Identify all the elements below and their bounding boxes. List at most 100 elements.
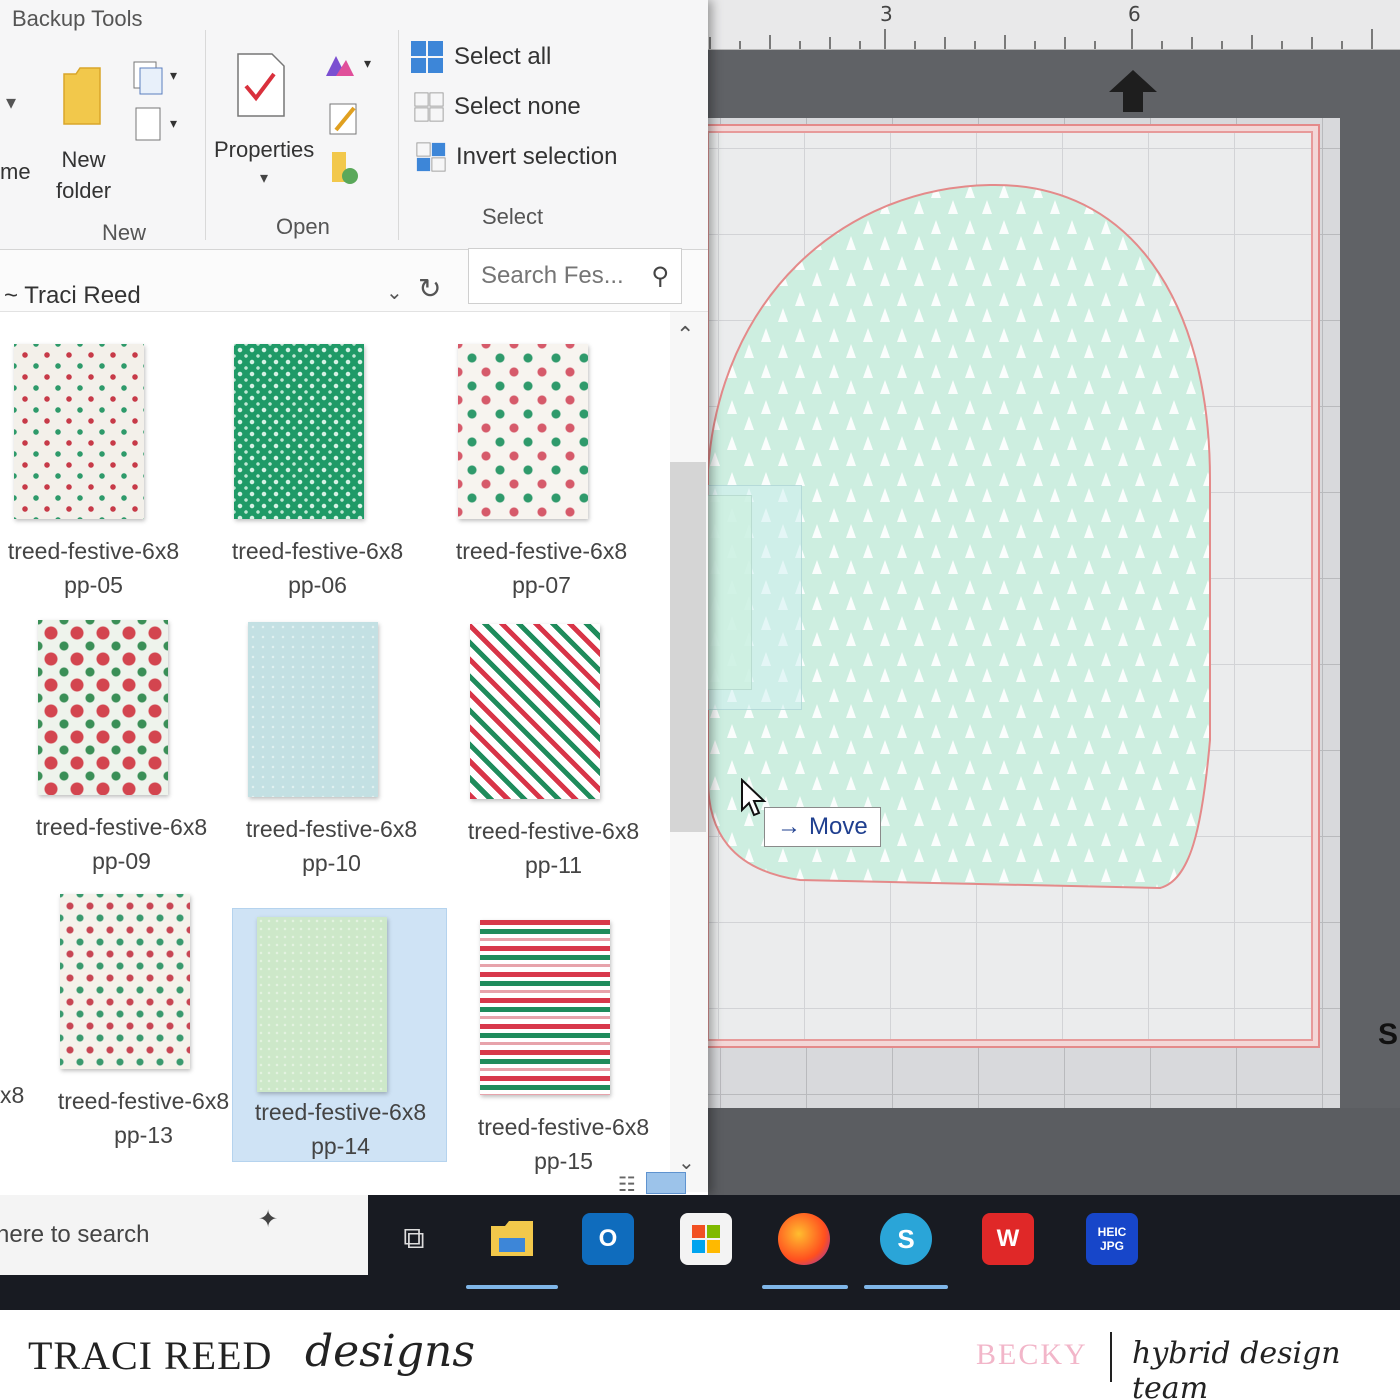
store-logo-icon xyxy=(692,1225,720,1253)
refresh-icon[interactable]: ↻ xyxy=(418,272,441,305)
file-grid: treed-festive-6x8 pp-05 treed-festive-6x… xyxy=(0,312,670,1192)
drag-move-tooltip: → Move xyxy=(764,807,881,847)
file-name: treed-festive-6x8 pp-13 xyxy=(36,1084,251,1152)
file-thumbnail xyxy=(38,620,168,795)
file-name: treed-festive-6x8 pp-09 xyxy=(14,810,229,878)
file-name: treed-festive-6x8 pp-07 xyxy=(434,534,649,602)
move-tooltip-label: Move xyxy=(809,813,868,840)
heic-label: HEIC xyxy=(1097,1225,1127,1239)
ribbon-separator xyxy=(205,30,206,240)
select-all-label: Select all xyxy=(454,43,552,70)
outlook-icon[interactable]: O xyxy=(582,1213,634,1265)
search-input[interactable] xyxy=(481,262,641,290)
file-name-line2: pp-10 xyxy=(302,850,361,876)
file-explorer-taskbar-icon[interactable] xyxy=(486,1213,538,1265)
new-folder-label: New folder xyxy=(56,147,112,203)
folder-icon xyxy=(63,67,101,125)
file-name-line2: pp-07 xyxy=(512,572,571,598)
file-tile-pp-05[interactable]: treed-festive-6x8 pp-05 xyxy=(0,322,215,598)
jpg-label: JPG xyxy=(1099,1239,1124,1253)
search-icon[interactable]: ⚲ xyxy=(651,262,669,291)
file-tile-pp-15[interactable]: treed-festive-6x8 pp-15 xyxy=(456,898,671,1174)
file-thumbnail xyxy=(257,917,387,1092)
feed-up-arrow-icon[interactable] xyxy=(1107,68,1159,114)
address-history-chevron-icon[interactable]: ⌄ xyxy=(386,280,403,305)
file-thumbnail xyxy=(480,920,610,1095)
file-tile-pp-09[interactable]: treed-festive-6x8 pp-09 xyxy=(14,598,229,874)
view-mode-toggle: ☷ xyxy=(618,1172,686,1195)
heic-to-jpg-icon[interactable]: HEIC JPG xyxy=(1086,1213,1138,1265)
ribbon-group-select: Select xyxy=(482,204,544,229)
file-name: treed-festive-6x8 pp-06 xyxy=(210,534,425,602)
file-name-line1: treed-festive-6x8 xyxy=(254,1099,427,1125)
design-team-label: hybrid design team xyxy=(1132,1336,1341,1400)
file-name: treed-festive-6x8 pp-15 xyxy=(456,1110,671,1178)
file-name: treed-festive-6x8 pp-10 xyxy=(224,812,439,880)
select-all-button[interactable]: Select all xyxy=(410,40,551,74)
folder-icon xyxy=(491,1221,533,1256)
invert-selection-icon xyxy=(416,142,446,172)
svg-text:▾: ▾ xyxy=(364,55,371,71)
invert-selection-button[interactable]: Invert selection xyxy=(416,142,617,172)
ruler-ticks xyxy=(709,29,1373,49)
address-bar-row: ~ Traci Reed ⌄ ↻ ⚲ xyxy=(0,248,708,312)
partial-file-label: x8 xyxy=(0,1082,25,1108)
vertical-scrollbar[interactable]: ⌃ ⌄ xyxy=(670,312,708,1192)
ribbon-partial-label: me xyxy=(0,159,31,184)
large-icons-view-icon[interactable] xyxy=(645,1172,686,1194)
open-tools-icons: ▾ xyxy=(326,55,371,184)
ribbon-dropdown-icon[interactable]: ▾ xyxy=(6,90,16,115)
file-tile-pp-10[interactable]: treed-festive-6x8 pp-10 xyxy=(224,600,439,876)
file-tile-pp-07[interactable]: treed-festive-6x8 pp-07 xyxy=(434,322,649,598)
file-name-line2: pp-13 xyxy=(114,1122,173,1148)
breadcrumb[interactable]: ~ Traci Reed xyxy=(4,282,141,310)
search-box[interactable]: ⚲ xyxy=(468,248,682,304)
brand-name: TRACI REED xyxy=(28,1333,273,1378)
file-name-line2: pp-11 xyxy=(524,852,583,878)
select-none-label: Select none xyxy=(454,93,581,120)
scrollbar-thumb[interactable] xyxy=(670,462,706,832)
file-tile-pp-13[interactable]: treed-festive-6x8 pp-13 xyxy=(36,872,251,1148)
select-all-icon xyxy=(411,41,443,73)
file-name-line2: pp-05 xyxy=(64,572,123,598)
silhouette-studio-icon[interactable]: S xyxy=(880,1213,932,1265)
svg-text:▾: ▾ xyxy=(170,67,177,83)
mat-bottom-edge xyxy=(700,1108,1400,1195)
file-thumbnail xyxy=(60,894,190,1069)
properties-label: Properties xyxy=(214,137,315,162)
file-tile-pp-14[interactable]: treed-festive-6x8 pp-14 xyxy=(232,908,447,1162)
active-app-indicator xyxy=(864,1285,948,1289)
file-name: treed-festive-6x8 pp-05 xyxy=(0,534,201,602)
file-name: treed-festive-6x8 pp-14 xyxy=(233,1095,448,1163)
ruler-number-3: 3 xyxy=(880,2,893,26)
ribbon-tab-backup-tools[interactable]: Backup Tools xyxy=(12,6,142,32)
file-name-line1: treed-festive-6x8 xyxy=(477,1114,650,1140)
file-name-line1: treed-festive-6x8 xyxy=(7,538,180,564)
file-name-line1: treed-festive-6x8 xyxy=(231,538,404,564)
author-name: BECKY xyxy=(976,1338,1088,1371)
properties-icon xyxy=(237,53,285,117)
taskbar-search-box[interactable]: here to search ✦ xyxy=(0,1195,368,1275)
task-view-icon[interactable]: ⧉ xyxy=(388,1213,440,1265)
file-name-line2: pp-06 xyxy=(288,572,347,598)
top-ruler: 3 6 xyxy=(700,0,1400,50)
arrow-right-icon: → xyxy=(777,813,801,840)
file-tile-pp-11[interactable]: treed-festive-6x8 pp-11 xyxy=(446,602,661,878)
mat-edge-mark: S xyxy=(1378,1018,1399,1051)
details-view-icon[interactable]: ☷ xyxy=(618,1172,636,1195)
ribbon-group-open: Open xyxy=(276,214,330,239)
new-item-icon[interactable]: ▾ ▾ xyxy=(132,58,182,148)
wps-office-icon[interactable]: W xyxy=(982,1213,1034,1265)
file-tile-pp-06[interactable]: treed-festive-6x8 pp-06 xyxy=(210,322,425,598)
file-thumbnail xyxy=(248,622,378,797)
taskbar: here to search ✦ ⧉ O S W HEIC JPG xyxy=(0,1195,1400,1310)
active-app-indicator xyxy=(466,1285,558,1289)
ribbon-separator xyxy=(398,30,399,240)
file-thumbnail xyxy=(14,344,144,519)
select-none-icon xyxy=(414,92,444,122)
firefox-icon[interactable] xyxy=(778,1213,830,1265)
select-none-button[interactable]: Select none xyxy=(414,92,581,122)
scroll-up-icon[interactable]: ⌃ xyxy=(676,322,694,348)
file-name-line1: treed-festive-6x8 xyxy=(245,816,418,842)
microsoft-store-icon[interactable] xyxy=(680,1213,732,1265)
